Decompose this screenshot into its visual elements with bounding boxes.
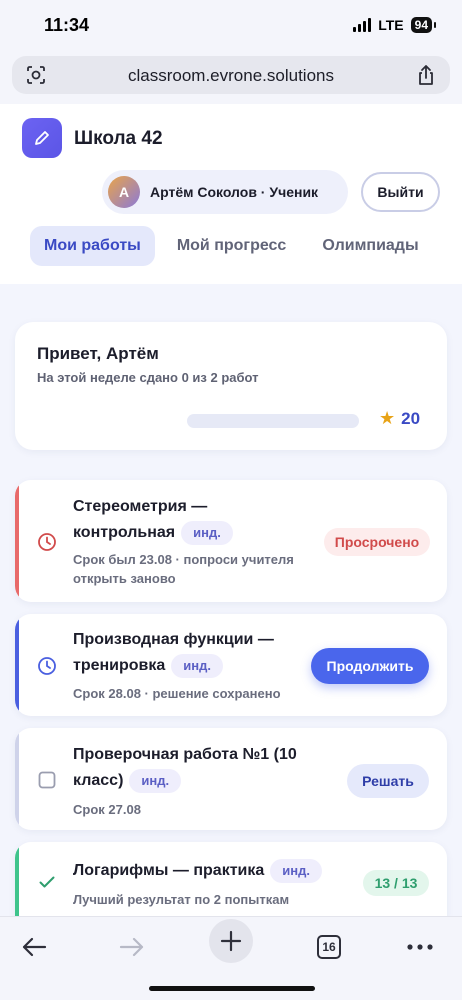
home-indicator — [149, 986, 315, 991]
task-meta: Срок 28.08 · решение сохранено — [73, 686, 281, 701]
greeting-card: Привет, Артём На этой неделе сдано 0 из … — [15, 322, 447, 450]
nav-tabs: Мои работы Мой прогресс Олимпиады — [30, 226, 433, 266]
network-label: LTE — [378, 17, 404, 33]
tab-my-progress[interactable]: Мой прогресс — [163, 226, 301, 266]
status-indicators: LTE 94 — [353, 17, 437, 33]
task-title: Проверочная работа №1 (10 класс) — [73, 746, 297, 789]
checkmark-icon — [39, 876, 55, 888]
task-meta: Срок был 23.08 · попроси учителя открыть… — [73, 552, 294, 586]
signal-icon — [353, 18, 372, 32]
plus-icon — [220, 930, 242, 952]
battery-icon: 94 — [410, 17, 437, 33]
task-title-row: Производная функции — тренировка инд. — [73, 627, 303, 679]
stars-count: 20 — [401, 408, 421, 428]
url-text[interactable]: classroom.evrone.solutions — [12, 66, 450, 86]
clock-icon — [38, 533, 56, 551]
task-accent-bar — [15, 480, 19, 602]
status-bar: 11:34 LTE 94 — [0, 0, 462, 52]
task-title-row: Логарифмы — практика инд. — [73, 858, 353, 884]
more-button[interactable] — [398, 925, 442, 969]
weekly-progress-bar — [187, 414, 359, 428]
score-badge: 13 / 13 — [363, 870, 429, 896]
user-label: Артём Соколов · Ученик — [150, 184, 319, 200]
pencil-icon — [35, 131, 49, 145]
checkbox-icon[interactable] — [37, 770, 57, 790]
continue-button[interactable]: Продолжить — [311, 648, 429, 684]
forward-arrow-icon — [119, 937, 144, 957]
task-title-row: Стереометрия — контрольная инд. — [73, 494, 303, 546]
tabs-icon: 16 — [317, 935, 341, 959]
task-title-row: Проверочная работа №1 (10 класс) инд. — [73, 742, 303, 794]
user-chip: А Артём Соколов · Ученик — [102, 170, 348, 214]
task-accent-bar — [15, 728, 19, 830]
task-meta: Срок 27.08 — [73, 802, 141, 817]
logout-button[interactable]: Выйти — [361, 172, 440, 212]
stars-counter: ★ 20 — [379, 408, 420, 429]
avatar: А — [108, 176, 140, 208]
greeting-title: Привет, Артём — [37, 344, 159, 363]
task-card[interactable]: Стереометрия — контрольная инд. Срок был … — [15, 480, 447, 602]
address-bar[interactable]: classroom.evrone.solutions — [12, 56, 450, 94]
status-time: 11:34 — [44, 15, 90, 35]
school-name: Школа 42 — [74, 128, 163, 149]
star-icon: ★ — [379, 408, 396, 428]
solve-button[interactable]: Решать — [347, 764, 429, 798]
task-meta: Лучший результат по 2 попыткам — [73, 892, 290, 907]
tab-my-works[interactable]: Мои работы — [30, 226, 155, 266]
task-title: Логарифмы — практика — [73, 862, 265, 879]
greeting-subtitle: На этой неделе сдано 0 из 2 работ — [37, 370, 259, 385]
back-arrow-icon — [22, 937, 47, 957]
new-tab-button[interactable] — [209, 919, 253, 963]
more-icon — [407, 944, 433, 950]
tabs-button[interactable]: 16 — [307, 925, 351, 969]
task-card[interactable]: Логарифмы — практика инд. Лучший результа… — [15, 842, 447, 916]
app-header: Школа 42 А Артём Соколов · Ученик Выйти … — [0, 104, 462, 284]
task-tag: инд. — [171, 653, 224, 678]
school-logo — [22, 118, 62, 158]
app-content: Школа 42 А Артём Соколов · Ученик Выйти … — [0, 104, 462, 916]
task-tag: инд. — [129, 768, 182, 793]
clock-icon — [38, 657, 56, 675]
tab-olympiads[interactable]: Олимпиады — [308, 226, 432, 266]
task-card[interactable]: Проверочная работа №1 (10 класс) инд. Сро… — [15, 728, 447, 830]
task-accent-bar — [15, 614, 19, 716]
task-tag: инд. — [270, 858, 322, 883]
back-button[interactable] — [12, 925, 56, 969]
overdue-badge: Просрочено — [324, 528, 430, 556]
task-tag: инд. — [181, 520, 233, 545]
share-icon[interactable] — [416, 64, 436, 86]
task-accent-bar — [15, 842, 19, 916]
task-card[interactable]: Производная функции — тренировка инд. Сро… — [15, 614, 447, 716]
forward-button[interactable] — [110, 925, 154, 969]
